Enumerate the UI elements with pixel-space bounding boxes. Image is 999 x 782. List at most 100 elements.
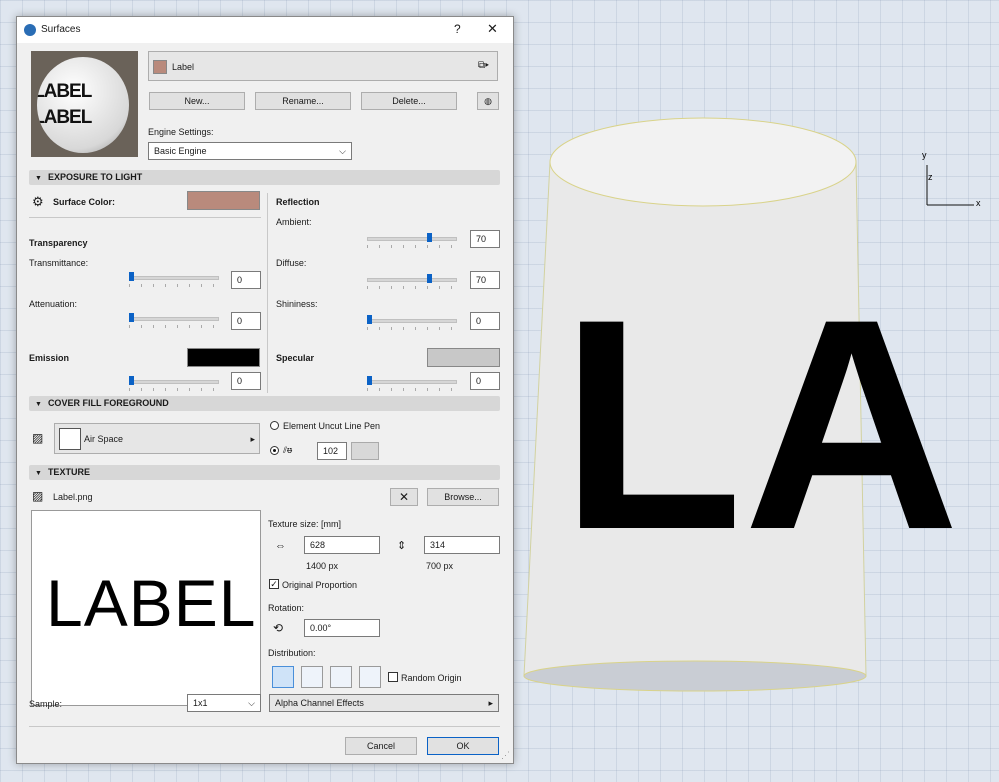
texture-width-field[interactable]: 628 [304,536,380,554]
pen-color-swatch[interactable] [351,442,379,460]
app-icon [24,24,36,36]
transparency-label: Transparency [29,238,88,248]
section-texture-title: TEXTURE [47,467,90,477]
collapse-triangle-icon: ▼ [35,175,42,182]
distribution-option-2-icon[interactable] [301,666,323,688]
specular-label: Specular [276,353,315,363]
specular-field[interactable]: 0 [470,372,500,390]
preview-text: LABEL LABEL [37,81,92,128]
pen-hatch-icon: ⫽ᵿ [283,445,293,455]
texture-height-px: 700 px [426,561,454,571]
emission-label: Emission [29,353,70,363]
distribution-option-3-icon[interactable] [330,666,352,688]
alpha-channel-dropdown[interactable]: Alpha Channel Effects ▸ [269,694,499,712]
collapse-triangle-icon: ▼ [35,401,42,408]
rotation-label: Rotation: [268,603,305,613]
distribution-option-1-icon[interactable] [272,666,294,688]
distribution-label: Distribution: [268,648,316,658]
emission-color-swatch[interactable] [187,348,260,367]
surface-menu-icon: ⧉▸ [478,60,489,71]
surface-name: Label [172,62,195,72]
close-button[interactable]: ✕ [487,21,498,37]
texture-height-field[interactable]: 314 [424,536,500,554]
divider [29,217,261,218]
help-button[interactable]: ? [454,22,461,36]
title-bar: Surfaces ? ✕ [17,17,513,43]
texture-width-px: 1400 px [306,561,339,571]
collapse-triangle-icon: ▼ [35,470,42,477]
cylinder-model[interactable]: LA y z x [512,0,999,782]
ambient-slider[interactable] [367,233,457,248]
transmittance-label: Transmittance: [29,258,89,268]
cancel-button[interactable]: Cancel [345,737,417,755]
cover-fill-selector[interactable]: Air Space ▸ [54,423,260,454]
shininess-field[interactable]: 0 [470,312,500,330]
section-exposure[interactable]: ▼ EXPOSURE TO LIGHT [29,170,500,185]
specular-slider[interactable] [367,376,457,391]
ambient-field[interactable]: 70 [470,230,500,248]
custom-pen-radio[interactable] [270,446,279,455]
surface-preview: LABEL LABEL [31,51,138,157]
resize-grip-icon[interactable]: ⋰ [501,750,510,761]
diffuse-field[interactable]: 70 [470,271,500,289]
cover-fill-name: Air Space [84,434,124,444]
viewport-3d[interactable]: LA y z x [512,0,999,782]
sample-value: 1x1 [193,698,208,708]
original-proportion-label: Original Proportion [282,580,358,590]
rename-button[interactable]: Rename... [255,92,351,110]
surface-color-icon: ⚙ [32,194,44,209]
section-texture[interactable]: ▼ TEXTURE [29,465,500,480]
attenuation-field[interactable]: 0 [231,312,261,330]
globe-icon[interactable]: ◍ [477,92,499,110]
rotation-icon: ⟲ [273,621,284,635]
diffuse-label: Diffuse: [276,258,307,268]
original-proportion-checkbox[interactable]: ✓ [269,579,279,589]
emission-field[interactable]: 0 [231,372,261,390]
sample-label: Sample: [29,699,63,709]
chevron-right-icon: ▸ [488,698,493,708]
distribution-option-4-icon[interactable] [359,666,381,688]
surfaces-dialog: Surfaces ? ✕ LABEL LABEL Label ⧉▸ New...… [16,16,514,764]
texture-file-name: Label.png [53,492,93,502]
attenuation-slider[interactable] [129,313,219,328]
emission-slider[interactable] [129,376,219,391]
diffuse-slider[interactable] [367,274,457,289]
engine-settings-label: Engine Settings: [148,127,214,137]
rotation-field[interactable]: 0.00° [304,619,380,637]
specular-color-swatch[interactable] [427,348,500,367]
browse-button[interactable]: Browse... [427,488,499,506]
texture-preview-text: LABEL [46,566,257,640]
chevron-down-icon: ⌵ [248,698,255,708]
transmittance-slider[interactable] [129,272,219,287]
texture-preview: LABEL [31,510,261,706]
section-cover-fill[interactable]: ▼ COVER FILL FOREGROUND [29,396,500,411]
reflection-label: Reflection [276,197,320,207]
chevron-right-icon: ▸ [250,434,255,444]
section-cover-fill-title: COVER FILL FOREGROUND [47,398,169,408]
sample-dropdown[interactable]: 1x1 ⌵ [187,694,261,712]
cylinder-label-text: LA [560,256,960,592]
ambient-label: Ambient: [276,217,312,227]
uncut-pen-radio[interactable] [270,421,279,430]
pen-number-field[interactable]: 102 [317,442,347,460]
fill-type-icon: ▨ [32,431,44,445]
height-icon: ⇕ [397,540,407,552]
new-button[interactable]: New... [149,92,245,110]
engine-value: Basic Engine [154,146,207,156]
engine-dropdown[interactable]: Basic Engine ⌵ [148,142,352,160]
delete-button[interactable]: Delete... [361,92,457,110]
section-exposure-title: EXPOSURE TO LIGHT [47,172,143,182]
random-origin-checkbox[interactable] [388,672,398,682]
surface-color-swatch[interactable] [187,191,260,210]
width-icon: ⇔ [275,540,286,552]
divider [267,193,268,393]
remove-texture-button[interactable]: ✕ [390,488,418,506]
chevron-down-icon: ⌵ [339,146,346,156]
surface-selector[interactable]: Label ⧉▸ [148,51,498,81]
texture-size-label: Texture size: [mm] [268,519,342,529]
axis-z-label: z [928,172,933,182]
shininess-label: Shininess: [276,299,318,309]
transmittance-field[interactable]: 0 [231,271,261,289]
shininess-slider[interactable] [367,315,457,330]
ok-button[interactable]: OK [427,737,499,755]
